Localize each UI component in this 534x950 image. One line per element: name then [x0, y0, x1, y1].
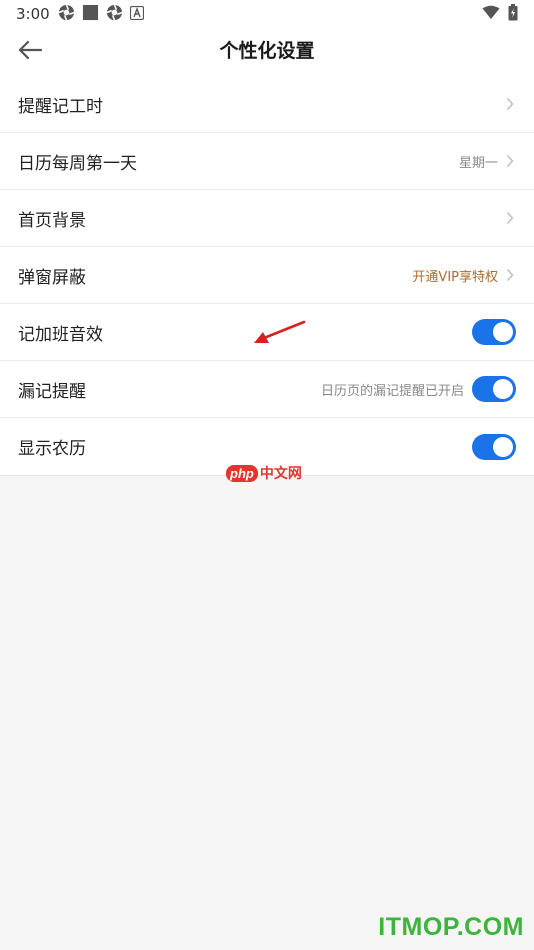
chevron-right-icon	[506, 268, 516, 282]
setting-row-popup-block[interactable]: 弹窗屏蔽 开通VIP享特权	[0, 247, 534, 304]
chevron-right-icon	[506, 211, 516, 225]
setting-label: 首页背景	[18, 210, 86, 231]
lunar-calendar-toggle[interactable]	[472, 433, 516, 460]
settings-list: 提醒记工时 日历每周第一天 星期一 首页背景 弹窗屏蔽 开通VIP享特权 记加班…	[0, 76, 534, 476]
php-text: 中文网	[259, 466, 302, 482]
setting-row-missed-reminder: 漏记提醒 日历页的漏记提醒已开启	[0, 361, 534, 418]
toggle-knob	[493, 322, 513, 342]
annotation-arrow-icon	[254, 320, 306, 343]
aperture-icon	[58, 4, 75, 25]
chevron-right-icon	[506, 154, 516, 168]
square-icon	[82, 4, 99, 25]
toggle-knob	[493, 436, 513, 457]
status-icons-left	[58, 4, 145, 25]
setting-label: 提醒记工时	[18, 96, 103, 117]
setting-value: 日历页的漏记提醒已开启	[320, 383, 464, 399]
page-title: 个性化设置	[219, 40, 315, 62]
site-watermark: ITMOP.COM	[378, 913, 524, 941]
chevron-right-icon	[506, 97, 516, 111]
status-icons-right	[482, 3, 518, 25]
setting-row-week-start[interactable]: 日历每周第一天 星期一	[0, 133, 534, 190]
setting-label: 记加班音效	[18, 324, 103, 345]
setting-label: 显示农历	[18, 439, 86, 459]
status-time: 3:00	[16, 5, 50, 23]
toggle-knob	[493, 379, 513, 399]
setting-value: 星期一	[458, 155, 498, 171]
setting-label: 弹窗屏蔽	[18, 267, 86, 288]
status-bar: 3:00	[0, 0, 534, 28]
php-badge: php	[226, 464, 258, 482]
setting-row-work-reminder[interactable]: 提醒记工时	[0, 76, 534, 133]
battery-icon	[508, 3, 518, 25]
php-watermark: php 中文网	[226, 463, 302, 483]
aperture-icon	[106, 4, 123, 25]
a-letter-icon	[129, 5, 145, 24]
setting-row-home-background[interactable]: 首页背景	[0, 190, 534, 247]
overtime-sound-toggle[interactable]	[472, 319, 516, 345]
wifi-icon	[482, 5, 500, 24]
vip-promo-text: 开通VIP享特权	[412, 269, 498, 285]
missed-reminder-toggle[interactable]	[472, 376, 516, 402]
setting-label: 漏记提醒	[18, 381, 86, 402]
setting-label: 日历每周第一天	[18, 153, 137, 174]
header: 个性化设置	[0, 28, 534, 76]
